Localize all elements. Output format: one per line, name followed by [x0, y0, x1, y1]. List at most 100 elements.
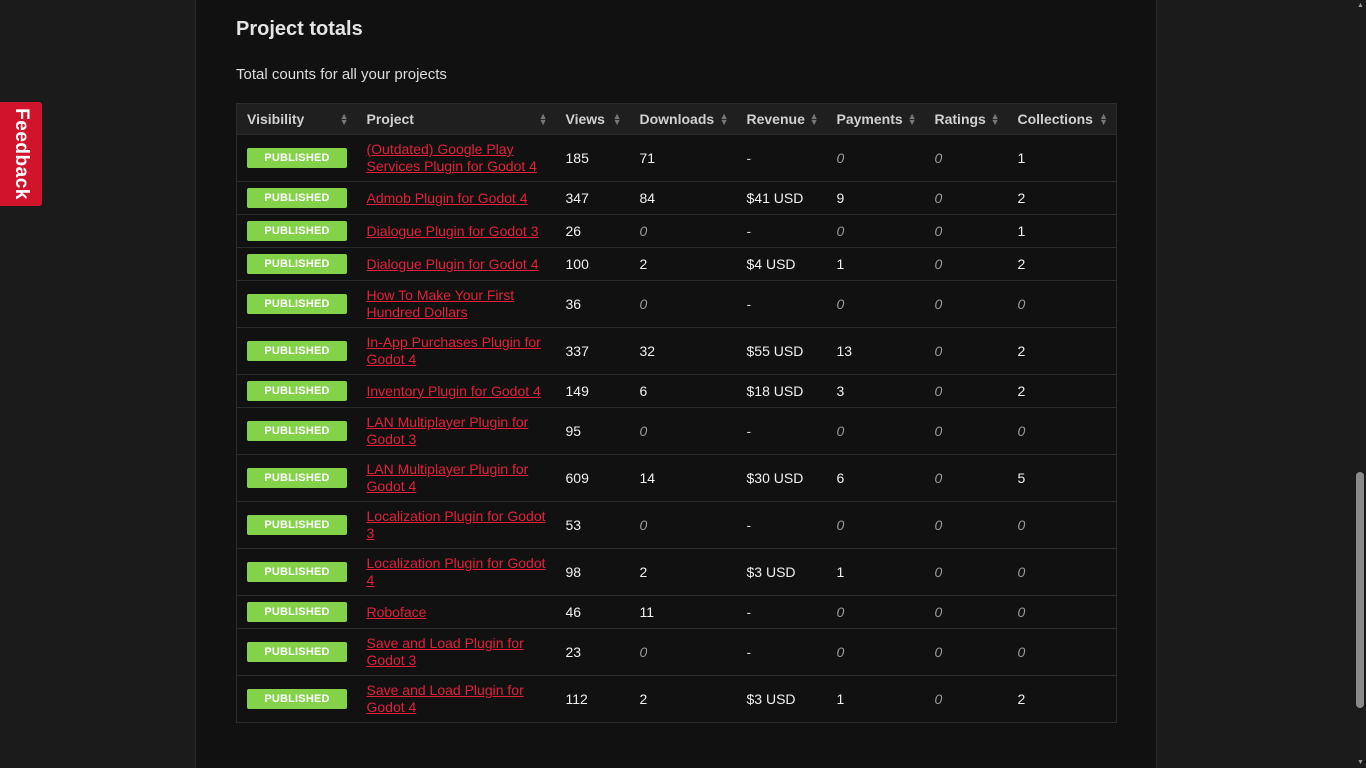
- cell-revenue: $18 USD: [736, 374, 827, 408]
- sort-arrows-icon[interactable]: ▲ ▼: [810, 112, 819, 127]
- cell-visibility: PUBLISHED: [236, 595, 357, 629]
- cell-ratings: 0: [924, 327, 1008, 375]
- published-badge: PUBLISHED: [247, 341, 347, 361]
- cell-project: Localization Plugin for Godot 4: [356, 548, 556, 596]
- scroll-up-arrow-icon[interactable]: ▲: [1357, 2, 1364, 9]
- project-link[interactable]: Localization Plugin for Godot 4: [367, 555, 546, 588]
- table-row: PUBLISHED Save and Load Plugin for Godot …: [236, 675, 1117, 723]
- feedback-tab[interactable]: Feedback: [0, 102, 42, 206]
- column-header-ratings[interactable]: Ratings ▲ ▼: [924, 103, 1008, 135]
- cell-project: How To Make Your First Hundred Dollars: [356, 280, 556, 328]
- project-link[interactable]: Dialogue Plugin for Godot 3: [367, 223, 539, 239]
- cell-revenue: -: [736, 628, 827, 676]
- project-link[interactable]: Localization Plugin for Godot 3: [367, 508, 546, 541]
- cell-visibility: PUBLISHED: [236, 214, 357, 248]
- column-header-downloads[interactable]: Downloads ▲ ▼: [629, 103, 737, 135]
- published-badge: PUBLISHED: [247, 689, 347, 709]
- project-link[interactable]: Save and Load Plugin for Godot 3: [367, 635, 524, 668]
- project-link[interactable]: Admob Plugin for Godot 4: [367, 190, 528, 206]
- published-badge: PUBLISHED: [247, 642, 347, 662]
- project-totals-table: Visibility ▲ ▼ Project ▲ ▼ Views ▲ ▼ Downloads ▲ ▼ R…: [236, 103, 1117, 723]
- main-content: Project totals Total counts for all your…: [195, 0, 1157, 768]
- feedback-label: Feedback: [11, 108, 32, 200]
- cell-collections: 2: [1007, 374, 1117, 408]
- cell-views: 347: [555, 181, 630, 215]
- cell-visibility: PUBLISHED: [236, 548, 357, 596]
- cell-project: In-App Purchases Plugin for Godot 4: [356, 327, 556, 375]
- sort-arrows-icon[interactable]: ▲ ▼: [720, 112, 729, 127]
- cell-project: LAN Multiplayer Plugin for Godot 3: [356, 407, 556, 455]
- table-body: PUBLISHED (Outdated) Google Play Services…: [236, 134, 1117, 723]
- cell-downloads: 71: [629, 134, 737, 182]
- cell-payments: 3: [826, 374, 925, 408]
- project-link[interactable]: LAN Multiplayer Plugin for Godot 4: [367, 461, 529, 494]
- project-link[interactable]: Inventory Plugin for Godot 4: [367, 383, 541, 399]
- table-row: PUBLISHED Dialogue Plugin for Godot 4 100 2…: [236, 247, 1117, 281]
- cell-ratings: 0: [924, 181, 1008, 215]
- column-header-payments[interactable]: Payments ▲ ▼: [826, 103, 925, 135]
- column-header-collections[interactable]: Collections ▲ ▼: [1007, 103, 1117, 135]
- cell-downloads: 0: [629, 280, 737, 328]
- column-header-label: Collections: [1017, 111, 1093, 127]
- sort-arrows-icon[interactable]: ▲ ▼: [539, 112, 548, 127]
- project-link[interactable]: In-App Purchases Plugin for Godot 4: [367, 334, 541, 367]
- project-link[interactable]: Save and Load Plugin for Godot 4: [367, 682, 524, 715]
- sort-arrows-icon[interactable]: ▲ ▼: [613, 112, 622, 127]
- sort-arrows-icon[interactable]: ▲ ▼: [1099, 112, 1108, 127]
- table-row: PUBLISHED Save and Load Plugin for Godot …: [236, 628, 1117, 676]
- cell-revenue: $3 USD: [736, 548, 827, 596]
- project-link[interactable]: How To Make Your First Hundred Dollars: [367, 287, 515, 320]
- table-row: PUBLISHED LAN Multiplayer Plugin for Godo…: [236, 454, 1117, 502]
- cell-visibility: PUBLISHED: [236, 134, 357, 182]
- cell-collections: 0: [1007, 501, 1117, 549]
- cell-ratings: 0: [924, 675, 1008, 723]
- project-link[interactable]: (Outdated) Google Play Services Plugin f…: [367, 141, 537, 174]
- published-badge: PUBLISHED: [247, 421, 347, 441]
- column-header-views[interactable]: Views ▲ ▼: [555, 103, 630, 135]
- project-link[interactable]: LAN Multiplayer Plugin for Godot 3: [367, 414, 529, 447]
- vertical-scrollbar[interactable]: ▲ ▼: [1354, 0, 1366, 768]
- table-row: PUBLISHED Roboface 46 11-0 0 0: [236, 595, 1117, 629]
- column-header-revenue[interactable]: Revenue ▲ ▼: [736, 103, 827, 135]
- scroll-down-arrow-icon[interactable]: ▼: [1357, 759, 1364, 766]
- cell-views: 95: [555, 407, 630, 455]
- table-row: PUBLISHED Localization Plugin for Godot 3…: [236, 501, 1117, 549]
- cell-downloads: 32: [629, 327, 737, 375]
- column-header-label: Payments: [836, 111, 903, 127]
- published-badge: PUBLISHED: [247, 468, 347, 488]
- project-link[interactable]: Dialogue Plugin for Godot 4: [367, 256, 539, 272]
- cell-views: 337: [555, 327, 630, 375]
- cell-visibility: PUBLISHED: [236, 327, 357, 375]
- cell-views: 36: [555, 280, 630, 328]
- cell-ratings: 0: [924, 280, 1008, 328]
- cell-collections: 5: [1007, 454, 1117, 502]
- cell-visibility: PUBLISHED: [236, 374, 357, 408]
- column-header-label: Views: [565, 111, 605, 127]
- cell-project: (Outdated) Google Play Services Plugin f…: [356, 134, 556, 182]
- cell-collections: 0: [1007, 407, 1117, 455]
- cell-revenue: -: [736, 280, 827, 328]
- cell-views: 149: [555, 374, 630, 408]
- project-link[interactable]: Roboface: [367, 604, 427, 620]
- cell-visibility: PUBLISHED: [236, 628, 357, 676]
- cell-payments: 0: [826, 501, 925, 549]
- sort-arrows-icon[interactable]: ▲ ▼: [908, 112, 917, 127]
- table-row: PUBLISHED Inventory Plugin for Godot 4 149…: [236, 374, 1117, 408]
- column-header-label: Ratings: [934, 111, 986, 127]
- cell-project: Save and Load Plugin for Godot 4: [356, 675, 556, 723]
- cell-visibility: PUBLISHED: [236, 181, 357, 215]
- cell-project: Roboface: [356, 595, 556, 629]
- cell-revenue: $55 USD: [736, 327, 827, 375]
- cell-collections: 0: [1007, 595, 1117, 629]
- column-header-visibility[interactable]: Visibility ▲ ▼: [236, 103, 357, 135]
- table-row: PUBLISHED Localization Plugin for Godot 4…: [236, 548, 1117, 596]
- column-header-project[interactable]: Project ▲ ▼: [356, 103, 556, 135]
- cell-revenue: $41 USD: [736, 181, 827, 215]
- published-badge: PUBLISHED: [247, 254, 347, 274]
- sort-arrows-icon[interactable]: ▲ ▼: [991, 112, 1000, 127]
- sort-arrows-icon[interactable]: ▲ ▼: [340, 112, 349, 127]
- cell-collections: 2: [1007, 327, 1117, 375]
- cell-project: Dialogue Plugin for Godot 4: [356, 247, 556, 281]
- scrollbar-thumb[interactable]: [1356, 472, 1364, 708]
- cell-payments: 6: [826, 454, 925, 502]
